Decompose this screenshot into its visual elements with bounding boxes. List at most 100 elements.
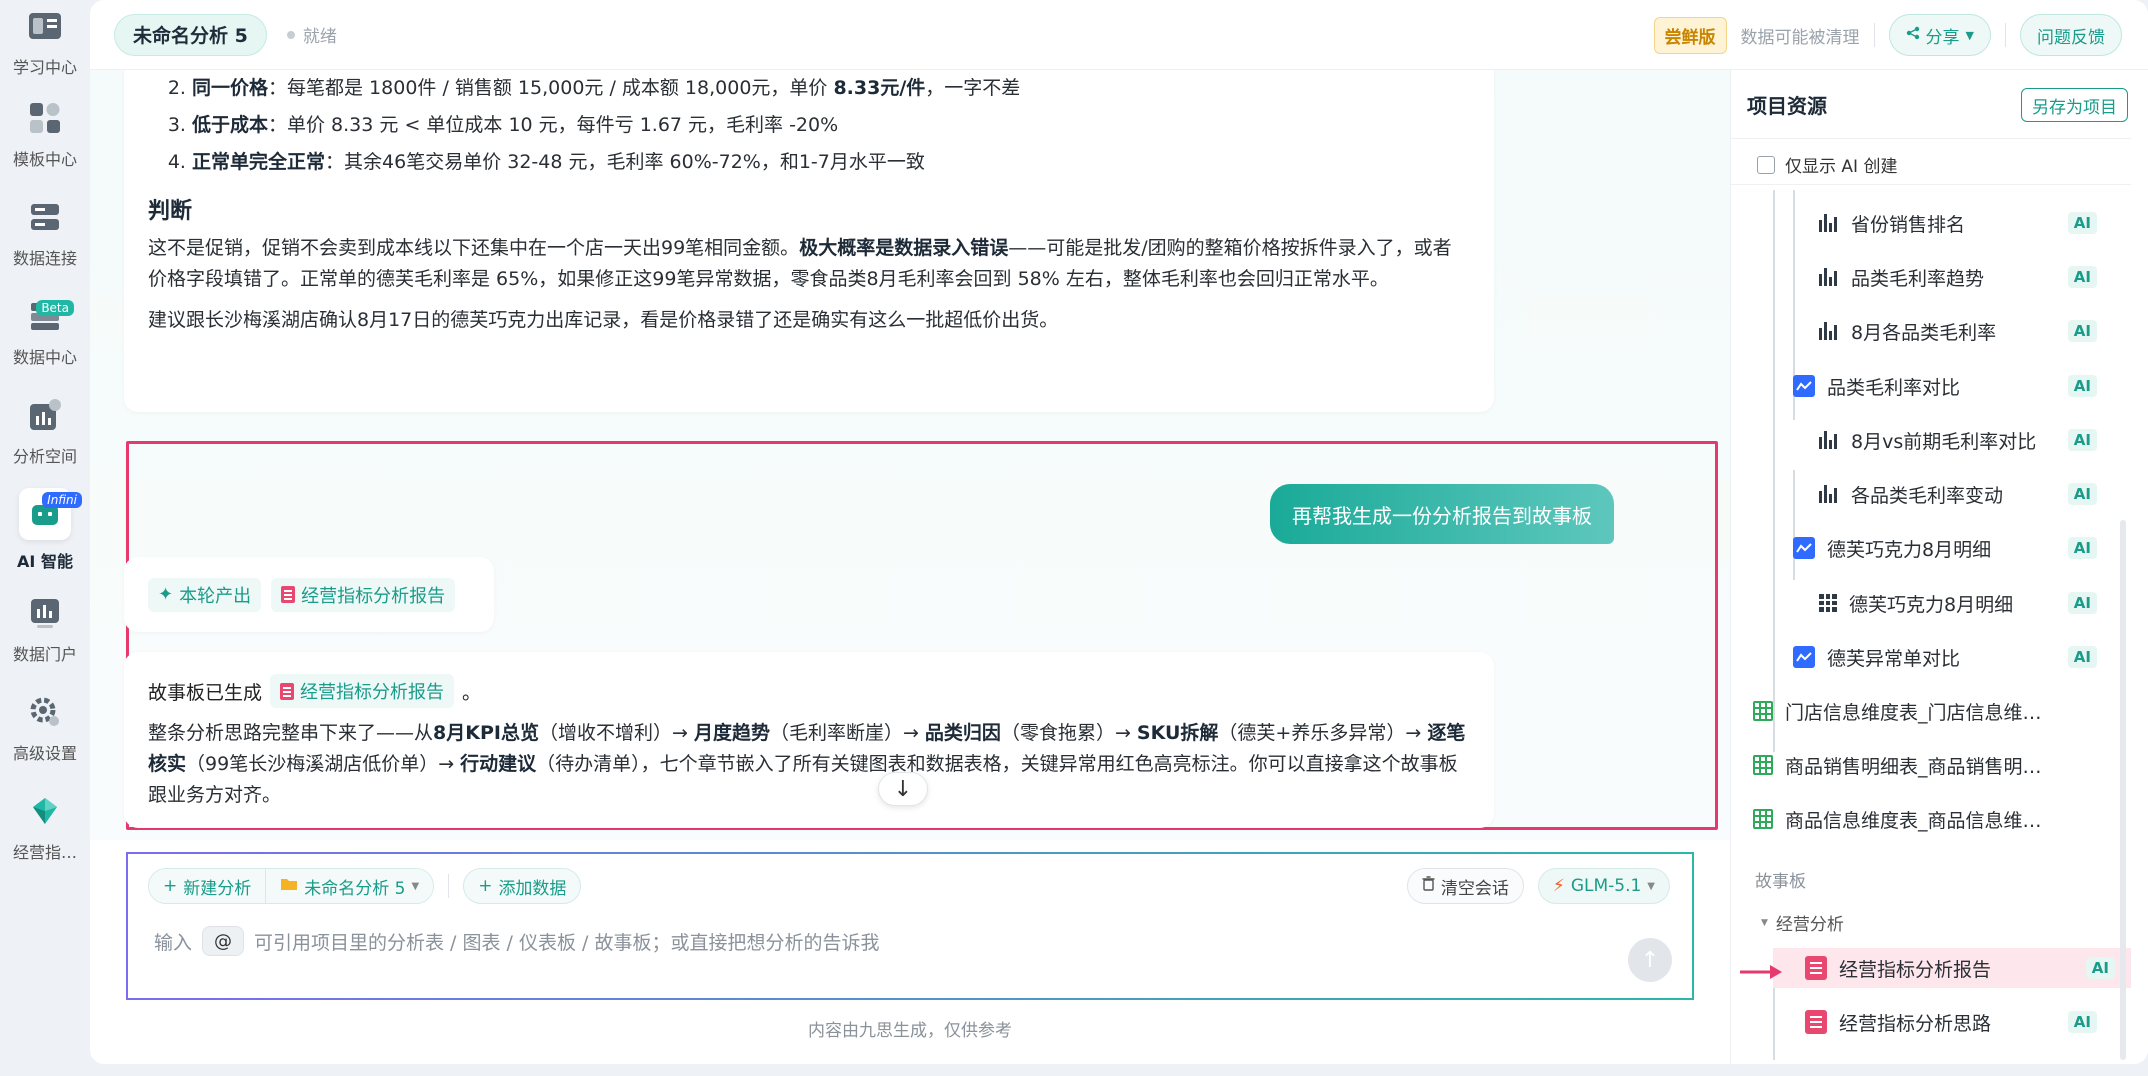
resource-item[interactable]: 品类毛利率对比 AI (1731, 366, 2131, 406)
round-output-card: ✦ 本轮产出 经营指标分析报告 (124, 557, 494, 632)
divider (2005, 23, 2006, 47)
top-bar: 未命名分析 5 就绪 尝鲜版 数据可能被清理 分享 ▼ 问题反馈 (90, 0, 2148, 70)
storyboard-section-label: 故事板 (1755, 872, 1806, 892)
resource-item[interactable]: 德芙巧克力8月明细 AI (1731, 528, 2131, 568)
user-message: 再帮我生成一份分析报告到故事板 (1270, 484, 1614, 544)
resource-item[interactable]: 商品信息维度表_商品信息维… (1731, 799, 2131, 839)
sparkle-icon: ✦ (158, 584, 174, 605)
trial-badge: 尝鲜版 (1653, 16, 1727, 54)
book-icon (25, 6, 65, 46)
save-as-project-button[interactable]: 另存为项目 (2021, 88, 2128, 122)
infini-badge: Infini (42, 492, 82, 508)
sheet-icon (1753, 701, 1773, 721)
analysis-selector: + 新建分析 未命名分析 5 ▼ (148, 868, 435, 904)
line-chart-icon (1793, 537, 1815, 559)
nav-label: 数据连接 (12, 248, 77, 268)
chevron-down-icon: ▼ (1647, 880, 1655, 892)
nav-label: 数据中心 (12, 347, 77, 367)
trash-icon (1422, 876, 1435, 896)
trial-note: 数据可能被清理 (1740, 27, 1860, 48)
ai-only-filter[interactable]: 仅显示 AI 创建 (1757, 152, 1897, 177)
resource-item[interactable]: 德芙异常单对比 AI (1731, 637, 2131, 677)
chat-area[interactable]: 同一价格：每笔都是 1800件 / 销售额 15,000元 / 成本额 18,0… (90, 70, 1730, 840)
section-heading: 判断 (148, 199, 193, 224)
document-icon (1805, 1010, 1827, 1034)
diamond-logo-icon (25, 791, 65, 831)
storyboard-link[interactable]: 经营指标分析报告 (270, 674, 455, 708)
message-input[interactable]: 输入 @ 可引用项目里的分析表 / 图表 / 仪表板 / 故事板；或直接把想分析… (154, 926, 879, 956)
share-label: 分享 (1925, 27, 1960, 48)
analysis-dropdown[interactable]: 未命名分析 5 ▼ (265, 869, 434, 903)
storyboard-link[interactable]: 经营指标分析报告 (271, 577, 456, 612)
resources-scrollbar[interactable] (2120, 520, 2126, 1060)
list-item: 低于成本：单价 8.33 元 < 单位成本 10 元，每件亏 1.67 元，毛利… (192, 107, 1470, 144)
list-item: 同一价格：每笔都是 1800件 / 销售额 15,000元 / 成本额 18,0… (192, 70, 1470, 107)
clear-session-button[interactable]: 清空会话 (1406, 868, 1524, 904)
resource-item[interactable]: 8月vs前期毛利率对比 AI (1731, 420, 2131, 460)
nav-data-center[interactable]: Beta 数据中心 (0, 282, 90, 381)
mention-chip[interactable]: @ (202, 926, 245, 956)
share-button[interactable]: 分享 ▼ (1888, 14, 1991, 56)
nav-data-portal[interactable]: 数据门户 (0, 579, 90, 678)
chat-composer: + 新建分析 未命名分析 5 ▼ + 添加数据 清空会话 ⚡ GLM-5.1 ▼… (126, 852, 1694, 1000)
resources-title: 项目资源 (1747, 93, 1827, 118)
database-connect-icon (25, 197, 65, 237)
resource-item[interactable]: 8月各品类毛利率 AI (1731, 311, 2131, 351)
nav-label: AI 智能 (17, 551, 73, 571)
resource-item[interactable]: 门店信息维度表_门店信息维… (1731, 691, 2131, 731)
document-icon (280, 682, 295, 700)
resource-item[interactable]: 德芙巧克力8月明细 AI (1731, 583, 2131, 623)
composer-actions: 清空会话 ⚡ GLM-5.1 ▼ (1406, 868, 1670, 904)
resource-item[interactable]: 商品销售明细表_商品销售明… (1731, 745, 2131, 785)
resource-item[interactable]: 各品类毛利率变动 AI (1731, 474, 2131, 514)
nav-advanced-settings[interactable]: 高级设置 (0, 678, 90, 777)
ai-badge: AI (2067, 375, 2097, 397)
divider (448, 874, 450, 898)
round-output-tag: ✦ 本轮产出 (148, 577, 262, 612)
nav-template-center[interactable]: 模板中心 (0, 84, 90, 183)
status-text: 就绪 (302, 27, 337, 47)
ai-badge: AI (2067, 592, 2097, 614)
composer-toolbar: + 新建分析 未命名分析 5 ▼ + 添加数据 (148, 868, 582, 904)
nav-project[interactable]: 经营指… (0, 777, 90, 876)
analysis-title[interactable]: 未命名分析 5 (114, 13, 267, 56)
nav-data-connection[interactable]: 数据连接 (0, 183, 90, 282)
document-icon (281, 586, 296, 603)
feedback-button[interactable]: 问题反馈 (2020, 14, 2122, 56)
storyboard-item[interactable]: 经营指标分析思路 AI (1731, 1002, 2131, 1042)
ai-badge: AI (2067, 212, 2097, 234)
ai-badge: AI (2067, 537, 2097, 559)
disclaimer: 内容由九思生成，仅供参考 (808, 1021, 1012, 1041)
template-icon (25, 98, 65, 138)
bar-chart-icon (1819, 214, 1839, 232)
nav-analysis-space[interactable]: 分析空间 (0, 381, 90, 480)
scroll-down-button[interactable]: ↓ (878, 772, 928, 806)
nav-learning-center[interactable]: 学习中心 (0, 0, 90, 84)
model-selector[interactable]: ⚡ GLM-5.1 ▼ (1537, 868, 1670, 904)
paragraph: 整条分析思路完整串下来了——从8月KPI总览（增收不增利）→ 月度趋势（毛利率断… (148, 722, 1466, 806)
bar-chart-icon (1819, 485, 1839, 503)
add-data-button[interactable]: + 添加数据 (463, 868, 582, 904)
analysis-icon (25, 395, 65, 435)
sheet-icon (1753, 755, 1773, 775)
divider (1731, 184, 2131, 185)
line-chart-icon (1793, 375, 1815, 397)
storyboard-item-selected[interactable]: 经营指标分析报告 AI (1773, 948, 2131, 988)
new-analysis-button[interactable]: + 新建分析 (149, 869, 266, 903)
gear-icon (25, 692, 65, 732)
ai-badge: AI (2067, 266, 2097, 288)
resource-item[interactable]: 品类毛利率趋势 AI (1731, 257, 2131, 297)
portal-icon (25, 593, 65, 633)
send-button[interactable]: ↑ (1628, 938, 1672, 982)
assistant-reply: 故事板已生成 经营指标分析报告 。 整条分析思路完整串下来了——从8月KPI总览… (124, 652, 1494, 828)
nav-label: 高级设置 (12, 743, 77, 763)
line-chart-icon (1793, 646, 1815, 668)
main-panel: 未命名分析 5 就绪 尝鲜版 数据可能被清理 分享 ▼ 问题反馈 同一价格：每笔… (90, 0, 2148, 1064)
checkbox[interactable] (1757, 155, 1775, 174)
resource-item[interactable]: 省份销售排名 AI (1731, 203, 2131, 243)
status-dot-icon (286, 30, 295, 39)
bar-chart-icon (1819, 431, 1839, 449)
storyboard-folder[interactable]: ▼ 经营分析 (1761, 910, 1844, 935)
nav-ai-intelligence[interactable]: Infini AI 智能 (0, 480, 90, 579)
divider (1731, 138, 2131, 139)
